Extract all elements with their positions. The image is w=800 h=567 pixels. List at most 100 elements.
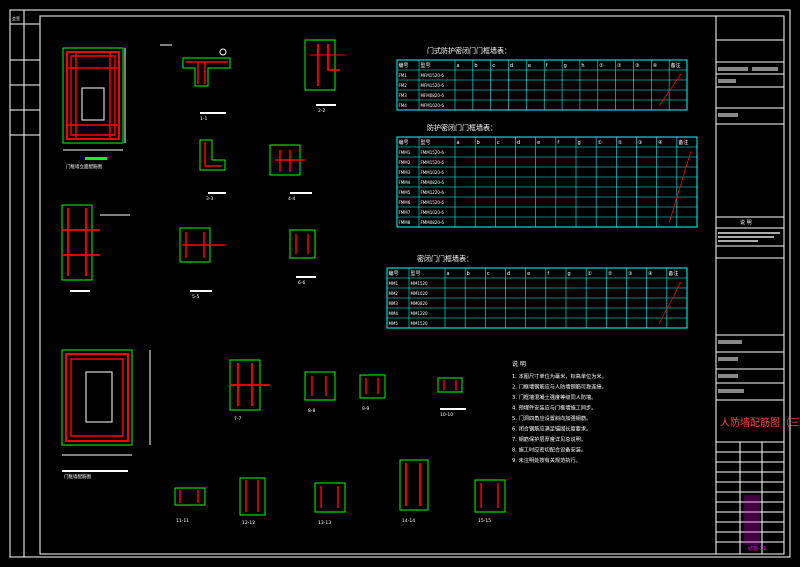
notes-title: 说 明 <box>512 360 526 368</box>
table-header-cell: a <box>447 271 450 277</box>
detail-label: 6-6 <box>298 280 305 286</box>
note-line: 9. 未注明处按有关规范执行。 <box>512 456 581 464</box>
door-frame-table-3: 密闭门门框墙表： 编号 MM1 MM2 MM3 MM4 MM5 型号 MM1520 MM1020 M… <box>386 254 688 329</box>
detail-label: 5-5 <box>192 294 199 300</box>
table-header-cell: 编号 <box>399 62 409 69</box>
table-header-cell: c <box>497 140 500 146</box>
table-cell: FMM1520-6 <box>421 150 445 155</box>
detail-section-10 <box>437 377 466 410</box>
table-cell: FMM5 <box>399 190 411 195</box>
table-header-cell: a <box>457 63 460 69</box>
detail-section-4 <box>269 144 312 194</box>
detail-label: 15-15 <box>478 518 491 524</box>
table-header-cell: ② <box>608 271 613 277</box>
detail-label: 1-1 <box>200 116 207 122</box>
table-cell: MM2 <box>389 291 399 296</box>
svg-text:会签: 会签 <box>12 15 20 21</box>
detail-elevation-bottom-left <box>61 349 151 472</box>
table-header-cell: 型号 <box>421 139 431 146</box>
table-header-cell: ① <box>588 271 593 277</box>
table-cell: FMM1220-6 <box>421 190 445 195</box>
title-block: 说 明 人防墙配筋图（三） 结施-11 <box>715 16 800 554</box>
table-cell: FMM2 <box>399 160 411 165</box>
table-header-cell: ③ <box>635 63 639 69</box>
detail-section-12 <box>239 477 266 516</box>
table-header-cell: f <box>557 140 559 146</box>
detail-section-13 <box>314 482 346 513</box>
table-header-cell: e <box>527 271 530 277</box>
table-header-cell: e <box>537 140 540 146</box>
table-header-cell: ③ <box>638 140 642 146</box>
table-cell: MM4 <box>389 311 399 316</box>
table-cell: FM2 <box>399 83 408 88</box>
cad-drawing-sheet: 会签 说 明 人防墙配筋图（三 结施-11 门式防护密闭门门框墙表：编号FM1F… <box>9 9 800 558</box>
table-cell: FMM0820-6 <box>421 220 445 225</box>
detail-label: 12-12 <box>242 520 255 526</box>
detail-section-7 <box>229 359 270 411</box>
table-cell: MM1520 <box>411 321 429 326</box>
table-header-cell: f <box>546 63 548 69</box>
detail-label: 13-13 <box>318 520 331 526</box>
table-header-cell: c <box>492 63 495 69</box>
table-cell: MFM1520-6 <box>421 73 445 78</box>
table-cell: MM0820 <box>411 301 429 306</box>
detail-section-1 <box>160 44 231 114</box>
table-cell: FMM1020-6 <box>421 170 445 175</box>
table-cell: FMM7 <box>399 210 411 215</box>
detail-section-5 <box>179 227 225 292</box>
table-header-cell: ④ <box>653 63 658 69</box>
detail-section-8 <box>304 371 336 401</box>
table-cell: FMM8 <box>399 220 411 225</box>
note-line: 8. 施工时应密切配合设备安装。 <box>512 446 586 454</box>
table-header-cell: 型号 <box>421 62 431 69</box>
door-frame-table-2: 防护密闭门门框墙表： 编号 FMM1 FMM2 FMM3 FMM4 FMM5 FMM6 FMM7… <box>396 123 698 228</box>
table-cell: MM5 <box>389 321 399 326</box>
detail-section-9 <box>359 374 386 399</box>
table-cell: MM1 <box>389 281 399 286</box>
notes-label: 说 明 <box>740 219 752 226</box>
table-header-cell: 型号 <box>411 270 421 277</box>
table-cell: FM1 <box>399 73 408 78</box>
note-line: 2. 门框墙钢筋应与人防墙钢筋可靠连接。 <box>512 383 607 391</box>
table-header-cell: ② <box>617 63 622 69</box>
table-cell: FMM1 <box>399 150 411 155</box>
detail-label: 8-8 <box>308 408 315 414</box>
table-header-cell: d <box>507 271 510 277</box>
detail-label: 2-2 <box>318 108 325 114</box>
table-header-cell: b <box>474 63 477 69</box>
detail-label: 10-10 <box>440 412 453 418</box>
table-cell: MFM0820-6 <box>421 93 445 98</box>
table-header-cell: f <box>547 271 549 277</box>
detail-label: 11-11 <box>176 518 189 524</box>
detail-section-15 <box>474 479 506 513</box>
note-line: 1. 本图尺寸单位为毫米，标高单位为米。 <box>512 372 607 380</box>
table-header-cell: c <box>487 271 490 277</box>
table-cell: FMM1520-6 <box>421 160 445 165</box>
detail-section-3 <box>199 139 226 194</box>
table-header-cell: 编号 <box>399 139 409 146</box>
door-frame-table-1: 门式防护密闭门门框墙表： 编号 FM1 FM2 FM3 FM4 型号 MFM1520-6 MFM… <box>396 46 688 111</box>
table-header-cell: g <box>568 271 571 277</box>
table-cell: MM1520 <box>411 281 429 286</box>
table-cell: MM1220 <box>411 311 429 316</box>
detail-label: 9-9 <box>362 406 369 412</box>
table-header-cell: ① <box>598 140 603 146</box>
table-cell: MFM1520-6 <box>421 83 445 88</box>
table-cell: MFM1020-6 <box>421 103 445 108</box>
table-cell: MM1020 <box>411 291 429 296</box>
table-title: 防护密闭门门框墙表： <box>427 123 497 132</box>
table-header-cell: ④ <box>648 271 653 277</box>
table-header-cell: b <box>477 140 480 146</box>
detail-label: 7-7 <box>234 416 241 422</box>
table-header-cell: ③ <box>628 271 632 277</box>
table-title: 密闭门门框墙表： <box>417 254 473 263</box>
table-cell: FM3 <box>399 93 408 98</box>
detail-elevation-top-left <box>62 47 126 160</box>
table-header-cell: h <box>581 63 584 69</box>
table-header-cell: d <box>510 63 513 69</box>
table-cell: FMM1520-6 <box>421 200 445 205</box>
table-header-cell: g <box>564 63 567 69</box>
table-cell: MM3 <box>389 301 399 306</box>
table-cell: FMM6 <box>399 200 411 205</box>
table-cell: FM4 <box>399 103 408 108</box>
